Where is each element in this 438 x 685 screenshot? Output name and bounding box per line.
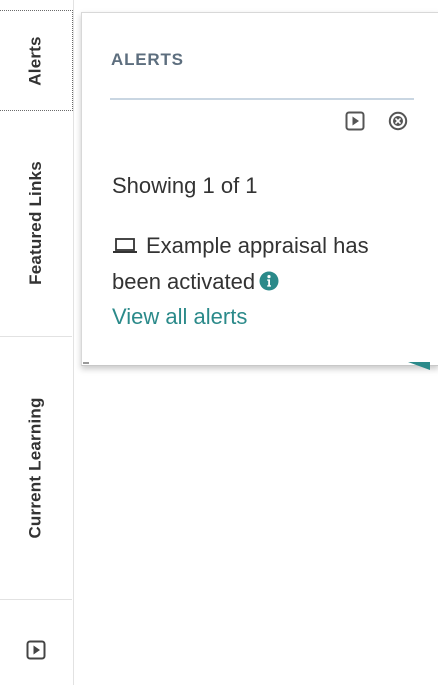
popover-title: ALERTS <box>111 50 184 69</box>
alert-text: Example appraisal has been activated <box>112 233 369 294</box>
laptop-icon <box>112 229 138 253</box>
alert-count: Showing 1 of 1 <box>112 173 258 198</box>
play-square-icon[interactable] <box>345 111 365 131</box>
background-panel-corner <box>408 362 430 370</box>
app-root: Alerts Featured Links Current Learning A… <box>0 0 438 685</box>
alerts-popover: ALERTS Showing 1 of 1 Example appraisal … <box>81 12 438 366</box>
tab-current-learning[interactable]: Current Learning <box>0 337 72 600</box>
tab-featured-links[interactable]: Featured Links <box>0 110 72 337</box>
play-square-icon[interactable] <box>26 640 46 660</box>
tab-alerts-label: Alerts <box>25 35 45 86</box>
title-divider <box>110 98 414 100</box>
view-all-alerts-link[interactable]: View all alerts <box>112 299 247 335</box>
side-tab-rail: Alerts Featured Links Current Learning <box>0 0 74 685</box>
alert-item: Example appraisal has been activated <box>112 228 412 300</box>
tab-current-learning-label: Current Learning <box>26 397 46 539</box>
close-circle-icon[interactable] <box>388 111 408 131</box>
tab-featured-links-label: Featured Links <box>26 161 45 285</box>
tab-alerts[interactable]: Alerts <box>0 10 73 111</box>
background-panel-edge <box>83 362 89 364</box>
info-circle-icon[interactable] <box>259 266 279 291</box>
